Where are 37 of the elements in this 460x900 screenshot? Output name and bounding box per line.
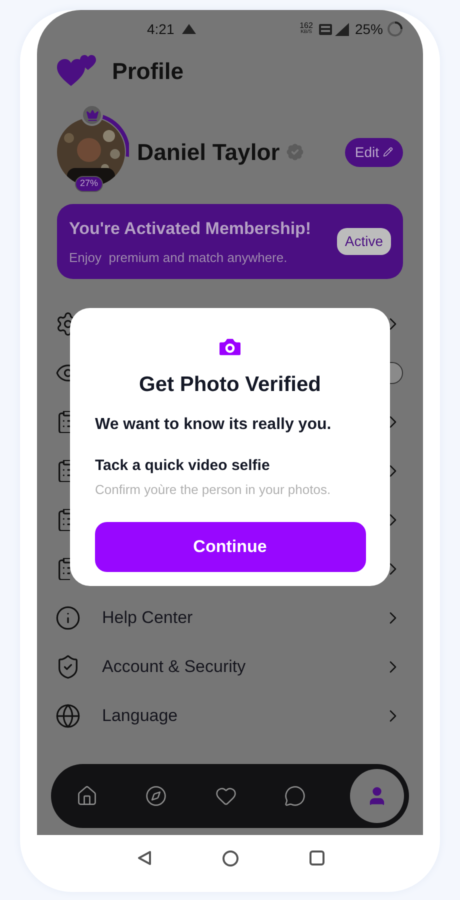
menu-item-label[interactable]: Help Center	[102, 604, 193, 630]
signal-icon	[334, 22, 349, 36]
alert-icon	[182, 24, 196, 34]
visibility-icon	[55, 362, 70, 384]
menu-item-label[interactable]: Account & Security	[102, 654, 246, 680]
page-title: Profile	[112, 56, 184, 86]
recents-icon[interactable]	[308, 850, 324, 866]
likes-icon	[214, 785, 236, 807]
active-badge: Active	[336, 228, 391, 255]
membership-subtitle: Enjoy premium and match anywhere.	[69, 248, 288, 267]
membership-title: You're Activated Membership!	[69, 218, 312, 240]
membership-card[interactable]: You're Activated Membership! Enjoy premium and match anywhere. Active	[57, 204, 403, 279]
completion-badge: 27%	[75, 176, 104, 192]
crown-icon	[86, 108, 98, 122]
menu-item-label[interactable]: Language	[102, 702, 178, 728]
back-icon[interactable]	[136, 850, 152, 866]
dialog-lead: We want to know its really you.	[95, 414, 332, 434]
network-speed: 162	[300, 22, 313, 29]
explore-icon	[145, 785, 168, 807]
home-icon	[76, 785, 98, 807]
edit-button[interactable]: Edit	[344, 138, 403, 166]
continue-button[interactable]: Continue	[94, 522, 366, 572]
pencil-icon	[383, 147, 393, 157]
status-time: 4:21	[147, 20, 174, 38]
help-icon	[55, 604, 81, 630]
language-icon	[55, 702, 81, 728]
volte-icon	[318, 24, 332, 34]
step-title: Tack a quick video selfie	[95, 456, 270, 476]
battery-ring-icon	[387, 21, 403, 37]
profile-tab[interactable]	[350, 769, 404, 823]
step-description: Confirm yoùre the person in your photos.	[95, 481, 331, 499]
home-icon[interactable]	[222, 850, 238, 866]
dialog-title: Get Photo Verified	[138, 372, 322, 398]
hearts-logo-icon	[57, 54, 97, 88]
chat-icon	[284, 785, 306, 807]
battery-level: 25%	[354, 20, 383, 38]
profile-name: Daniel Taylor	[137, 138, 280, 167]
